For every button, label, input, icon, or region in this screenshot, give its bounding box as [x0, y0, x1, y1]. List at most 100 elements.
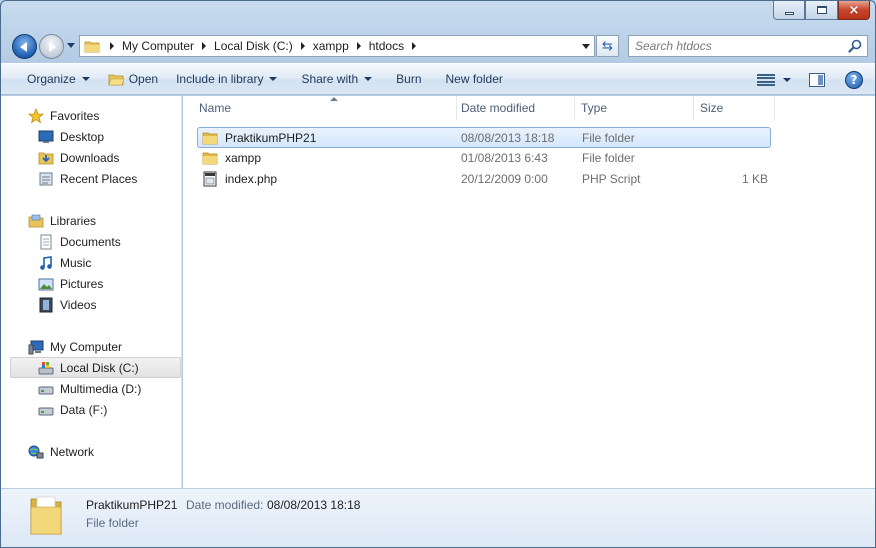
breadcrumb-separator[interactable]	[412, 42, 417, 50]
pictures-icon	[38, 278, 54, 290]
nav-network[interactable]: Network	[1, 441, 181, 462]
nav-network-label: Network	[50, 444, 95, 459]
organize-label: Organize	[27, 72, 76, 86]
library-icon	[28, 214, 44, 227]
nav-my-computer[interactable]: My Computer	[1, 336, 181, 357]
address-bar[interactable]: My Computer Local Disk (C:) xampp htdocs	[79, 35, 595, 57]
back-button[interactable]	[12, 34, 37, 59]
column-header-date-modified[interactable]: Date modified	[455, 96, 575, 120]
nav-desktop[interactable]: Desktop	[1, 126, 181, 147]
chevron-down-icon	[81, 77, 90, 81]
network-icon	[28, 445, 44, 458]
explorer-window: × My Computer Local Disk (C:) xampp htdo…	[0, 0, 876, 548]
caption-buttons: ×	[773, 1, 870, 20]
breadcrumb-xampp[interactable]: xampp	[313, 39, 349, 53]
nav-libraries[interactable]: Libraries	[1, 210, 181, 231]
recent-pages-dropdown[interactable]	[67, 43, 75, 48]
details-date-value: 08/08/2013 18:18	[267, 498, 361, 512]
nav-multimedia-d[interactable]: Multimedia (D:)	[1, 378, 181, 399]
open-label: Open	[128, 72, 159, 86]
nav-desktop-label: Desktop	[60, 129, 105, 144]
file-date: 08/08/2013 18:18	[461, 130, 555, 145]
file-row-index-php[interactable]: index.php 20/12/2009 0:00 PHP Script 1 K…	[197, 169, 771, 190]
forward-button[interactable]	[39, 34, 64, 59]
file-size	[700, 148, 767, 167]
minimize-button[interactable]	[773, 1, 805, 20]
help-button[interactable]: ?	[845, 71, 863, 89]
nav-multimedia-d-label: Multimedia (D:)	[60, 381, 142, 396]
navigation-pane: Favorites Desktop Downloads Recent Place…	[1, 96, 182, 488]
file-name-cell: xampp	[202, 148, 261, 167]
view-options-dropdown[interactable]	[783, 78, 791, 82]
arrow-right-icon	[49, 41, 56, 52]
change-view-button[interactable]	[757, 73, 775, 87]
file-name: index.php	[225, 171, 278, 186]
organize-button[interactable]: Organize	[18, 67, 99, 91]
search-input[interactable]	[635, 39, 845, 53]
search-icon[interactable]	[848, 39, 862, 53]
file-name-cell: PraktikumPHP21	[202, 128, 316, 147]
open-button[interactable]: Open	[99, 67, 167, 91]
column-type-label: Type	[581, 101, 608, 115]
nav-documents[interactable]: Documents	[1, 231, 181, 252]
toolbar-right-group: ?	[757, 68, 863, 92]
breadcrumb-local-disk[interactable]: Local Disk (C:)	[214, 39, 293, 53]
column-date-label: Date modified	[461, 101, 536, 115]
refresh-button[interactable]: ⇆	[596, 35, 619, 57]
chevron-down-icon	[269, 77, 278, 81]
nav-local-disk-c[interactable]: Local Disk (C:)	[10, 357, 181, 378]
breadcrumb-my-computer[interactable]: My Computer	[122, 39, 194, 53]
nav-downloads-label: Downloads	[60, 150, 120, 165]
system-drive-icon	[38, 361, 54, 374]
breadcrumb: My Computer Local Disk (C:) xampp htdocs	[106, 39, 424, 53]
details-item-type: File folder	[86, 516, 139, 530]
breadcrumb-separator[interactable]	[356, 42, 361, 50]
computer-icon	[28, 340, 44, 354]
file-row-xampp[interactable]: xampp 01/08/2013 6:43 File folder	[197, 148, 771, 169]
breadcrumb-separator[interactable]	[300, 42, 305, 50]
include-in-library-button[interactable]: Include in library	[167, 67, 286, 91]
share-with-button[interactable]: Share with	[292, 67, 381, 91]
column-header-size[interactable]: Size	[694, 96, 775, 120]
desktop-icon	[38, 130, 54, 143]
nav-data-f[interactable]: Data (F:)	[1, 399, 181, 420]
refresh-icon: ⇆	[602, 38, 613, 54]
breadcrumb-separator[interactable]	[110, 42, 114, 50]
command-bar: Organize Open Include in library Share w…	[1, 63, 875, 95]
nav-recent-places[interactable]: Recent Places	[1, 168, 181, 189]
column-name-label: Name	[199, 101, 232, 115]
address-history-dropdown[interactable]	[582, 44, 590, 49]
chevron-down-icon	[364, 77, 373, 81]
new-folder-button[interactable]: New folder	[437, 67, 512, 91]
recent-places-icon	[39, 172, 53, 185]
file-row-praktikumphp21[interactable]: PraktikumPHP21 08/08/2013 18:18 File fol…	[197, 127, 771, 148]
nav-pictures[interactable]: Pictures	[1, 273, 181, 294]
column-header-name[interactable]: Name	[193, 96, 457, 120]
nav-videos-label: Videos	[60, 297, 97, 312]
nav-recent-places-label: Recent Places	[60, 171, 138, 186]
sort-ascending-icon	[330, 97, 338, 101]
maximize-button[interactable]	[805, 1, 838, 20]
column-header-type[interactable]: Type	[575, 96, 694, 120]
nav-videos[interactable]: Videos	[1, 294, 181, 315]
nav-favorites-label: Favorites	[50, 108, 100, 123]
nav-music[interactable]: Music	[1, 252, 181, 273]
preview-pane-button[interactable]	[809, 73, 825, 87]
nav-favorites[interactable]: Favorites	[1, 105, 181, 126]
documents-icon	[40, 234, 52, 249]
file-type: File folder	[582, 150, 635, 165]
breadcrumb-htdocs[interactable]: htdocs	[369, 39, 404, 53]
file-type: File folder	[582, 130, 635, 145]
share-with-label: Share with	[301, 72, 359, 86]
search-box[interactable]	[628, 35, 868, 57]
details-item-name: PraktikumPHP21	[86, 498, 178, 512]
breadcrumb-separator[interactable]	[202, 42, 207, 50]
folder-icon	[30, 496, 62, 535]
burn-label: Burn	[396, 72, 422, 86]
close-button[interactable]: ×	[838, 1, 870, 20]
burn-button[interactable]: Burn	[387, 67, 430, 91]
folder-icon	[202, 132, 218, 144]
star-icon	[28, 107, 44, 124]
nav-downloads[interactable]: Downloads	[1, 147, 181, 168]
music-icon	[40, 255, 52, 270]
